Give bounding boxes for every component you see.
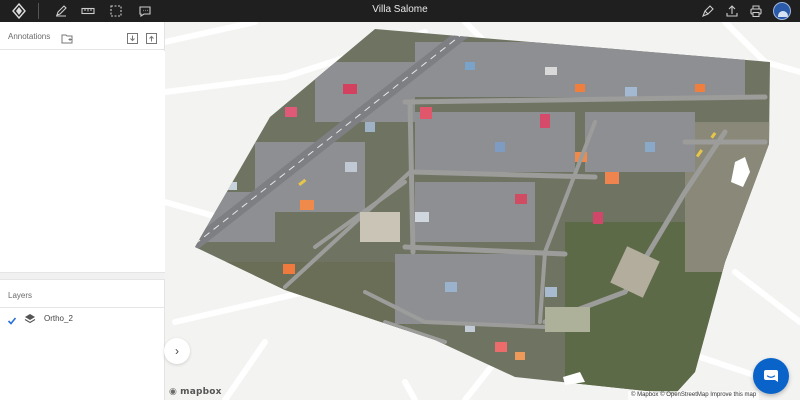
annotations-title: Annotations (8, 32, 51, 41)
brush-icon[interactable] (700, 3, 716, 19)
toolbar-divider (38, 3, 39, 19)
map-attribution[interactable]: © Mapbox © OpenStreetMap Improve this ma… (628, 391, 760, 400)
comment-icon[interactable] (137, 3, 153, 19)
user-avatar-icon[interactable] (773, 2, 791, 20)
annotations-header: Annotations (0, 22, 165, 50)
add-folder-icon[interactable] (61, 31, 73, 44)
diamond-logo-icon[interactable] (11, 2, 27, 20)
layers-header: Layers (0, 281, 165, 308)
layers-icon (24, 312, 36, 324)
mapbox-logo[interactable]: ◉ mapbox (169, 387, 222, 397)
layer-visibility-checkbox[interactable] (7, 313, 17, 325)
export-icon[interactable] (146, 31, 157, 44)
section-divider (0, 272, 165, 280)
layer-item[interactable]: Ortho_2 (0, 310, 165, 326)
map-overlay-markers (298, 131, 717, 187)
ruler-icon[interactable] (80, 3, 96, 19)
layers-title: Layers (8, 291, 33, 300)
import-icon[interactable] (127, 31, 138, 44)
top-bar: Villa Salome (0, 0, 800, 22)
pencil-icon[interactable] (53, 3, 69, 19)
layer-name: Ortho_2 (44, 314, 73, 323)
sidebar: Annotations Layers Ortho_2 (0, 22, 165, 400)
selection-box-icon[interactable] (108, 3, 124, 19)
upload-icon[interactable] (724, 3, 740, 19)
print-icon[interactable] (748, 3, 764, 19)
map-canvas[interactable] (165, 22, 800, 400)
sidebar-expand-button[interactable]: › (164, 338, 190, 364)
annotations-list (0, 51, 165, 272)
chat-bubble-icon[interactable] (753, 358, 789, 394)
mapbox-logo-text: mapbox (180, 387, 222, 397)
